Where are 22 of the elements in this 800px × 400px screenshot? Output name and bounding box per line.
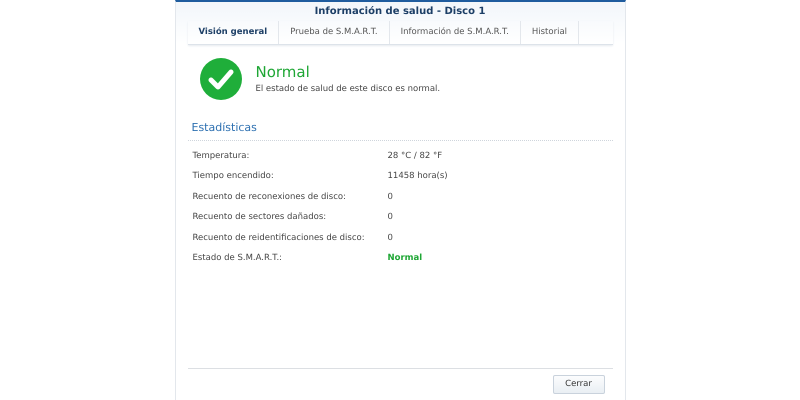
stat-value: 0 xyxy=(388,211,393,224)
stat-value: 0 xyxy=(388,232,393,245)
health-description: El estado de salud de este disco es normal. xyxy=(256,82,440,96)
health-status: Normal xyxy=(256,62,311,81)
window-title: Información de salud - Disco 1 xyxy=(314,5,486,19)
stat-value: Normal xyxy=(388,252,422,266)
tab[interactable]: Información de S.M.A.R.T. xyxy=(390,21,521,44)
stat-label: Recuento de sectores dañados: xyxy=(192,211,328,224)
stat-label: Recuento de reconexiones de disco: xyxy=(192,190,347,204)
stat-value: 11458 hora(s) xyxy=(388,170,448,184)
tab[interactable]: Historial xyxy=(520,21,580,44)
tab[interactable]: Prueba de S.M.A.R.T. xyxy=(279,21,390,44)
stat-label: Temperatura: xyxy=(192,150,250,163)
stat-label: Estado de S.M.A.R.T.: xyxy=(192,252,284,266)
close-button[interactable]: Cerrar xyxy=(552,375,604,394)
stat-label: Recuento de reidentificaciones de disco: xyxy=(192,232,366,245)
stat-value: 0 xyxy=(388,190,393,204)
stat-label: Tiempo encendido: xyxy=(192,170,275,184)
stat-value: 28 °C / 82 °F xyxy=(388,150,442,163)
section-title: Estadísticas xyxy=(190,121,257,134)
tab[interactable]: Visión general xyxy=(188,21,280,44)
check-icon xyxy=(200,58,242,100)
